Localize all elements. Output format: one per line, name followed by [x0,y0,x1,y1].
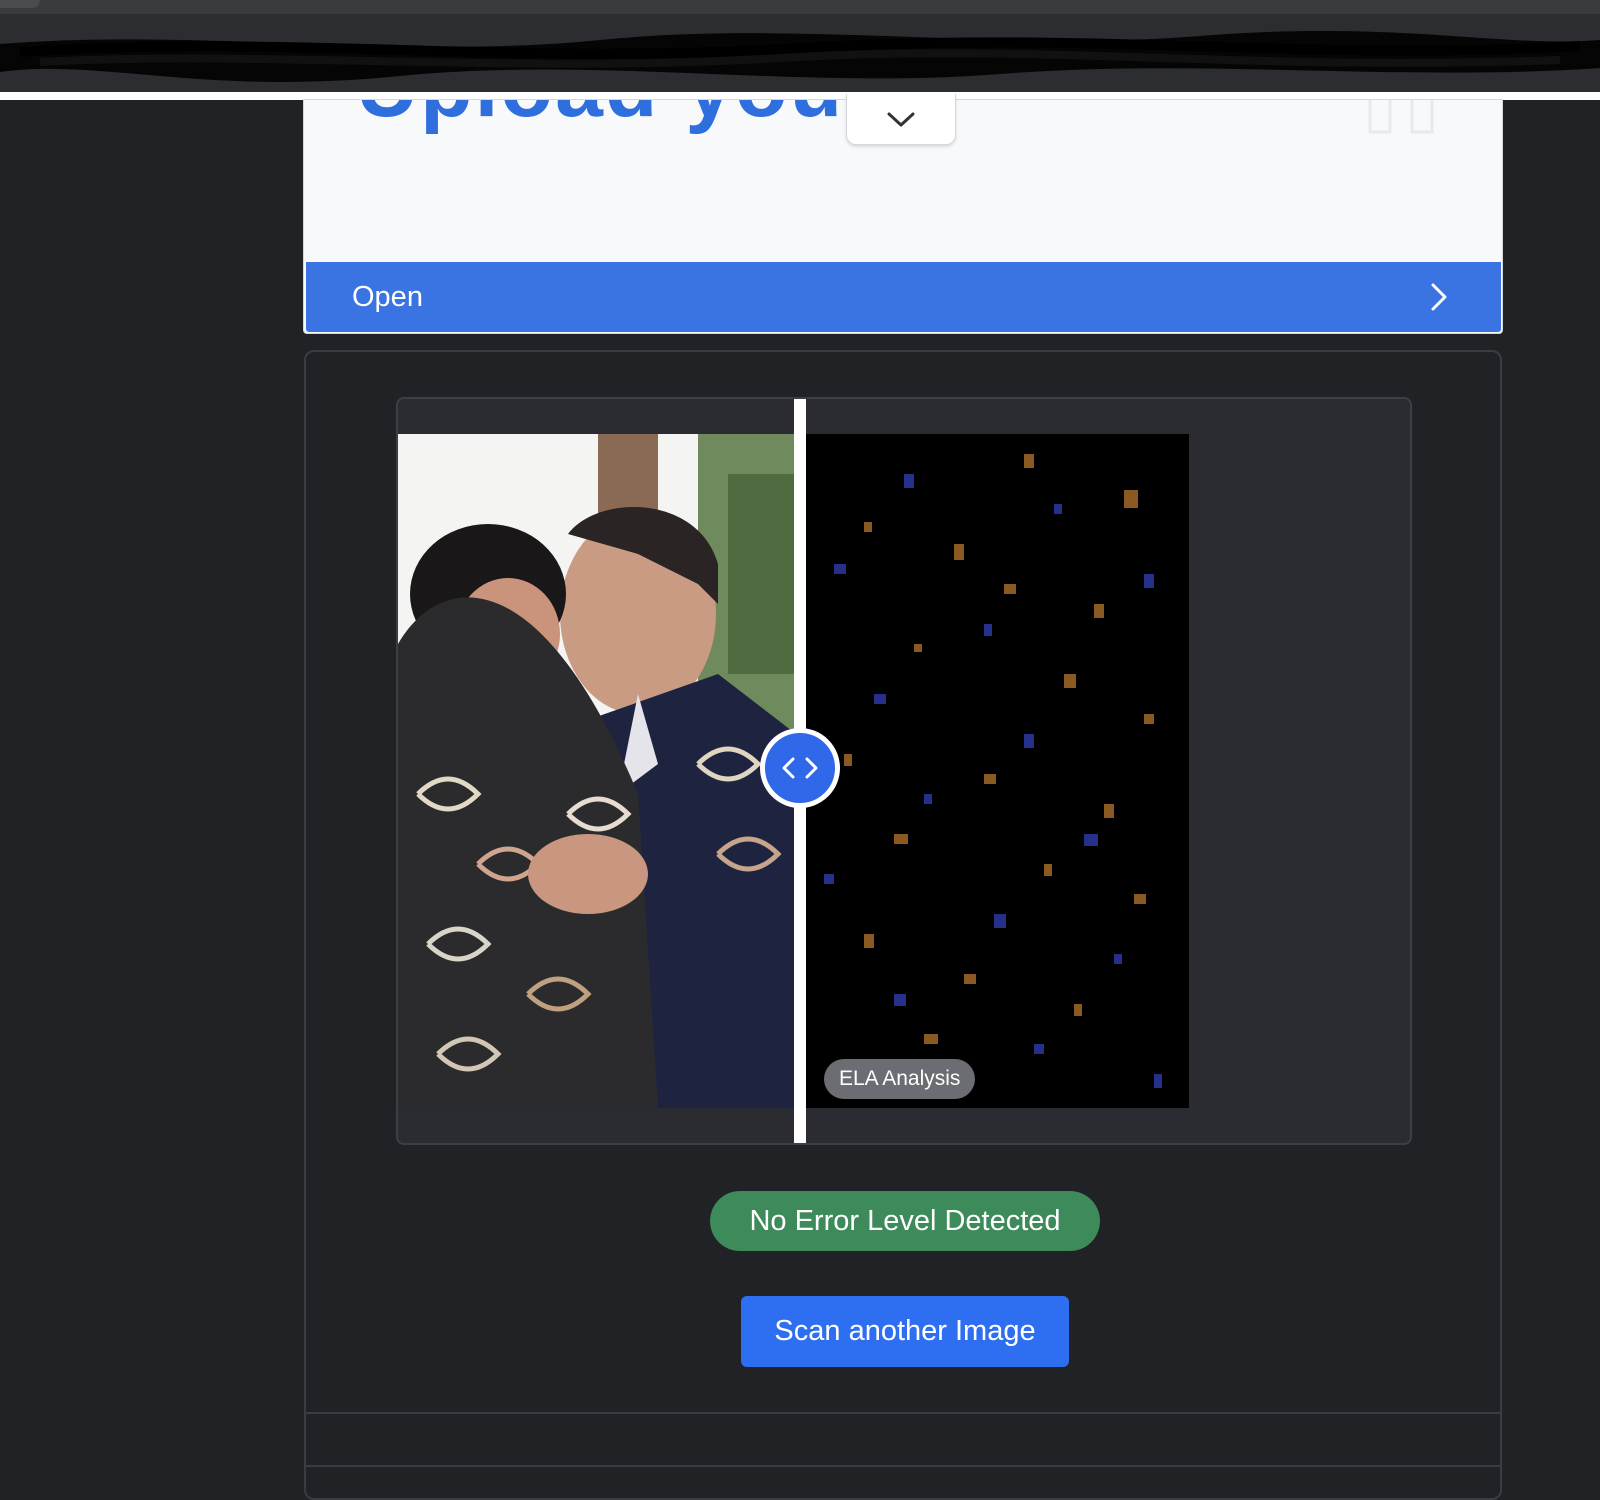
browser-top-bar [0,0,1600,92]
image-comparison-slider[interactable]: ELA Analysis [396,397,1412,1145]
panel-divider [306,1412,1500,1414]
chevron-right-icon [1431,283,1447,311]
open-label: Open [352,280,423,313]
original-photo [398,434,796,1108]
slider-handle[interactable] [760,728,840,808]
collapse-toggle-button[interactable] [846,94,956,145]
analysis-panel: ELA Analysis No Error Level Detected Sca… [304,350,1502,1500]
open-button[interactable]: Open [306,262,1501,332]
status-badge: No Error Level Detected [710,1191,1100,1251]
browser-corner [0,0,40,8]
panel-divider [306,1465,1500,1467]
code-arrows-icon [782,757,818,779]
browser-strip [0,0,1600,14]
redaction-scribble [0,30,1600,82]
quote-mark-icon [1368,100,1434,134]
top-white-line [0,92,1600,100]
chevron-down-icon [887,112,915,127]
banner-title: Upload your [356,100,880,137]
ela-analysis-image [804,434,1189,1108]
scan-another-image-button[interactable]: Scan another Image [741,1296,1069,1367]
ela-analysis-label: ELA Analysis [824,1059,976,1099]
